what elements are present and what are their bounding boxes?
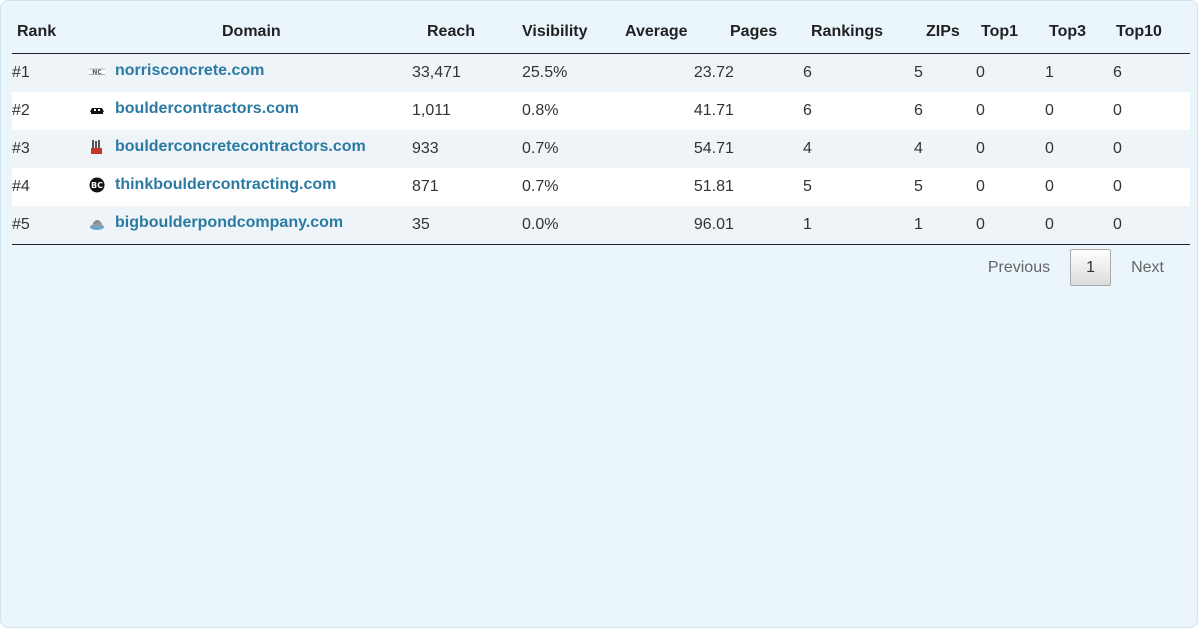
pagination: Previous 1 Next (988, 249, 1164, 286)
average-cell: 54.7 (622, 130, 725, 168)
domain-name: norrisconcrete.com (115, 62, 265, 79)
rank-cell: #4 (12, 168, 89, 206)
domain-cell: bouldercontractors.com (89, 92, 412, 130)
rankings-cell: 5 (803, 168, 914, 206)
reach-cell: 1,011 (412, 92, 522, 130)
top10-cell: 0 (1113, 92, 1190, 130)
visibility-cell: 0.8% (522, 92, 622, 130)
top10-cell: 0 (1113, 206, 1190, 245)
column-header-top3[interactable]: Top3 (1045, 11, 1113, 54)
pages-cell: 1 (725, 206, 803, 245)
average-cell: 23.7 (622, 53, 725, 92)
domain-link[interactable]: bigboulderpondcompany.com (89, 214, 343, 232)
average-cell: 41.7 (622, 92, 725, 130)
reach-cell: 35 (412, 206, 522, 245)
column-header-visibility[interactable]: Visibility (522, 11, 622, 54)
rank-cell: #1 (12, 53, 89, 92)
table-row: #5 bigboulderpondcompany.com 35 0.0% 96.… (12, 206, 1190, 245)
table-row: #3 boulderconcretecontractors.com 933 0.… (12, 130, 1190, 168)
rankings-table: Rank Domain Reach Visibility Average Pag… (12, 11, 1190, 245)
column-header-rankings[interactable]: Rankings (803, 11, 914, 54)
visibility-cell: 0.0% (522, 206, 622, 245)
pages-cell: 1 (725, 92, 803, 130)
reach-cell: 871 (412, 168, 522, 206)
column-header-domain[interactable]: Domain (89, 11, 412, 54)
rank-cell: #3 (12, 130, 89, 168)
top10-cell: 0 (1113, 168, 1190, 206)
visibility-cell: 0.7% (522, 168, 622, 206)
bigboulderpond-favicon-icon (90, 219, 104, 230)
top1-cell: 0 (976, 130, 1045, 168)
top10-cell: 6 (1113, 53, 1190, 92)
zips-cell: 4 (914, 130, 976, 168)
next-page-button[interactable]: Next (1131, 259, 1164, 277)
top3-cell: 0 (1045, 130, 1113, 168)
column-header-top1[interactable]: Top1 (976, 11, 1045, 54)
top3-cell: 0 (1045, 168, 1113, 206)
domain-name: thinkbouldercontracting.com (115, 176, 337, 193)
table-row: #1 NC norrisconcrete.com 33,471 25.5% 23… (12, 53, 1190, 92)
bouldercontractors-favicon-icon (90, 108, 104, 114)
table-row: #2 bouldercontractors.com 1,011 0.8% 41.… (12, 92, 1190, 130)
table-body: #1 NC norrisconcrete.com 33,471 25.5% 23… (12, 53, 1190, 245)
rank-cell: #2 (12, 92, 89, 130)
column-header-zips[interactable]: ZIPs (914, 11, 976, 54)
pages-cell: 2 (725, 53, 803, 92)
rankings-cell: 1 (803, 206, 914, 245)
thinkbouldercontracting-favicon-icon: BC (89, 177, 105, 193)
norris-favicon-icon: NC (89, 68, 105, 76)
column-header-top10[interactable]: Top10 (1113, 11, 1190, 54)
domain-cell: NC norrisconcrete.com (89, 53, 412, 92)
column-header-pages[interactable]: Pages (725, 11, 803, 54)
top3-cell: 1 (1045, 53, 1113, 92)
rankings-cell: 6 (803, 92, 914, 130)
svg-text:BC: BC (91, 181, 103, 190)
reach-cell: 933 (412, 130, 522, 168)
domain-link[interactable]: BC thinkbouldercontracting.com (89, 176, 336, 194)
domain-cell: boulderconcretecontractors.com (89, 130, 412, 168)
top1-cell: 0 (976, 53, 1045, 92)
rankings-cell: 4 (803, 130, 914, 168)
domain-name: bouldercontractors.com (115, 100, 300, 117)
zips-cell: 1 (914, 206, 976, 245)
header-row: Rank Domain Reach Visibility Average Pag… (12, 11, 1190, 54)
zips-cell: 5 (914, 53, 976, 92)
domain-link[interactable]: NC norrisconcrete.com (89, 62, 264, 80)
previous-page-button[interactable]: Previous (988, 259, 1050, 277)
column-header-reach[interactable]: Reach (412, 11, 522, 54)
column-header-average[interactable]: Average (622, 11, 725, 54)
table-header: Rank Domain Reach Visibility Average Pag… (12, 11, 1190, 54)
domain-cell: BC thinkbouldercontracting.com (89, 168, 412, 206)
zips-cell: 5 (914, 168, 976, 206)
top1-cell: 0 (976, 92, 1045, 130)
visibility-cell: 0.7% (522, 130, 622, 168)
domain-name: boulderconcretecontractors.com (115, 138, 366, 155)
zips-cell: 6 (914, 92, 976, 130)
domain-link[interactable]: bouldercontractors.com (89, 100, 299, 118)
average-cell: 51.8 (622, 168, 725, 206)
visibility-cell: 25.5% (522, 53, 622, 92)
top3-cell: 0 (1045, 92, 1113, 130)
boulderconcretecontractors-favicon-icon (91, 140, 102, 154)
domain-cell: bigboulderpondcompany.com (89, 206, 412, 245)
page-1-button[interactable]: 1 (1070, 249, 1112, 286)
average-cell: 96.0 (622, 206, 725, 245)
top3-cell: 0 (1045, 206, 1113, 245)
pages-cell: 1 (725, 168, 803, 206)
domain-link[interactable]: boulderconcretecontractors.com (89, 138, 366, 156)
table-row: #4 BC thinkbouldercontracting.com 871 0.… (12, 168, 1190, 206)
rank-cell: #5 (12, 206, 89, 245)
pages-cell: 1 (725, 130, 803, 168)
reach-cell: 33,471 (412, 53, 522, 92)
top1-cell: 0 (976, 206, 1045, 245)
column-header-rank[interactable]: Rank (12, 11, 89, 54)
domain-name: bigboulderpondcompany.com (115, 214, 344, 231)
results-panel: Rank Domain Reach Visibility Average Pag… (0, 0, 1198, 628)
top1-cell: 0 (976, 168, 1045, 206)
top10-cell: 0 (1113, 130, 1190, 168)
svg-text:NC: NC (92, 69, 102, 76)
rankings-cell: 6 (803, 53, 914, 92)
